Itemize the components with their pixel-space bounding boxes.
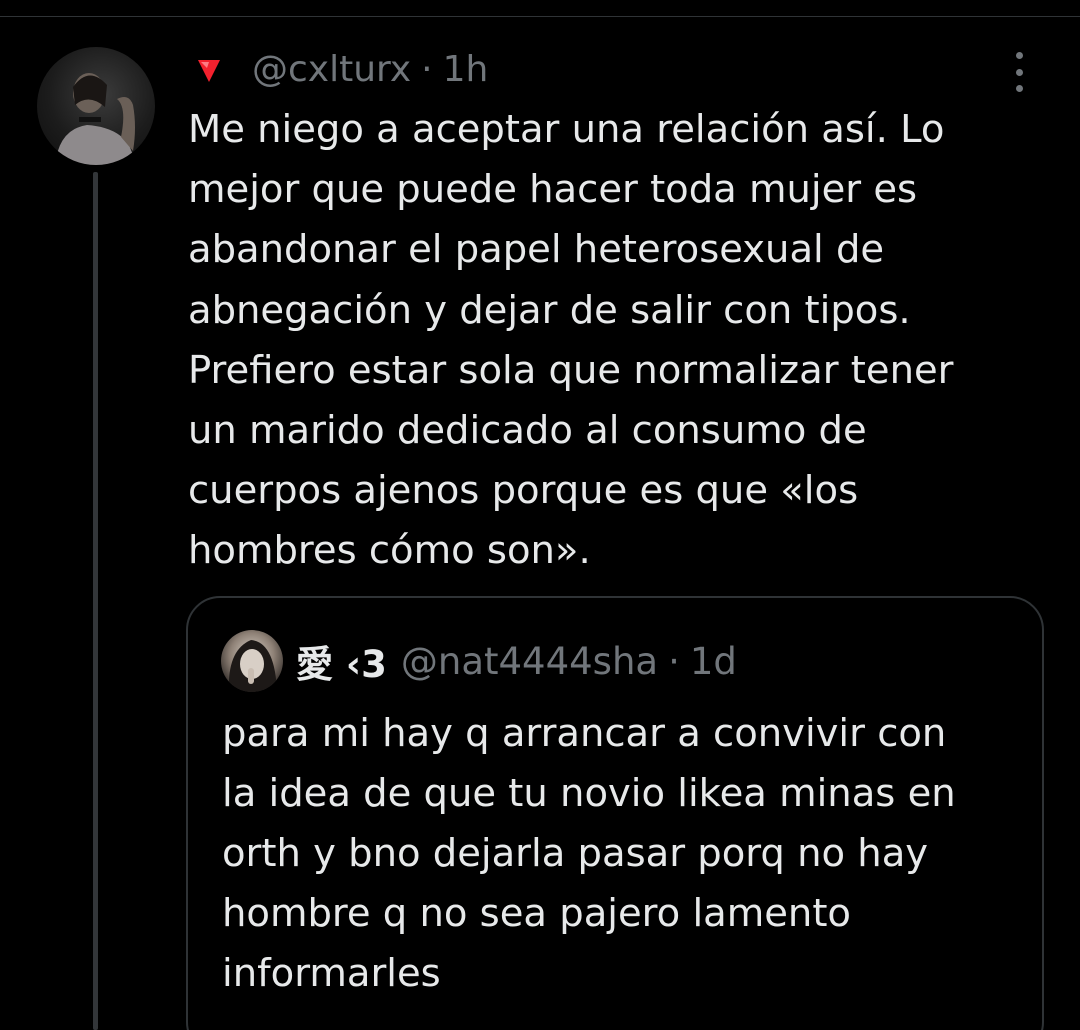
header-separator: · bbox=[421, 48, 433, 90]
more-dot bbox=[1015, 52, 1023, 59]
quoted-tweet-header: 愛 ‹3 @nat4444sha · 1d bbox=[296, 634, 737, 688]
author-handle[interactable]: @cxlturx bbox=[252, 49, 411, 90]
quoted-author-avatar-photo bbox=[228, 640, 277, 692]
quoted-author-avatar[interactable] bbox=[221, 630, 283, 692]
more-dot bbox=[1015, 68, 1023, 76]
author-avatar-photo bbox=[55, 73, 137, 165]
author-avatar[interactable] bbox=[37, 47, 155, 165]
tweet-timestamp[interactable]: 1h bbox=[443, 49, 489, 90]
more-dot bbox=[1015, 85, 1023, 92]
quoted-tweet-timestamp[interactable]: 1d bbox=[690, 640, 737, 683]
tweet-header: @cxlturx · 1h bbox=[196, 44, 488, 94]
tweet-text: Me niego a aceptar una relación así. Lo … bbox=[188, 107, 954, 574]
vertical-ellipsis-icon[interactable] bbox=[1004, 50, 1034, 94]
tweet-page: @cxlturx · 1h Me niego a aceptar una rel… bbox=[0, 0, 1080, 1030]
quoted-author-handle[interactable]: @nat4444sha bbox=[401, 640, 658, 683]
top-divider bbox=[0, 16, 1080, 17]
thread-line bbox=[93, 172, 98, 1030]
quoted-tweet-text: para mi hay q arrancar a convivir con la… bbox=[222, 711, 956, 996]
red-triangle-down-icon bbox=[198, 60, 220, 82]
quoted-display-name[interactable]: 愛 ‹3 bbox=[296, 634, 387, 688]
quoted-header-separator: · bbox=[668, 639, 680, 683]
